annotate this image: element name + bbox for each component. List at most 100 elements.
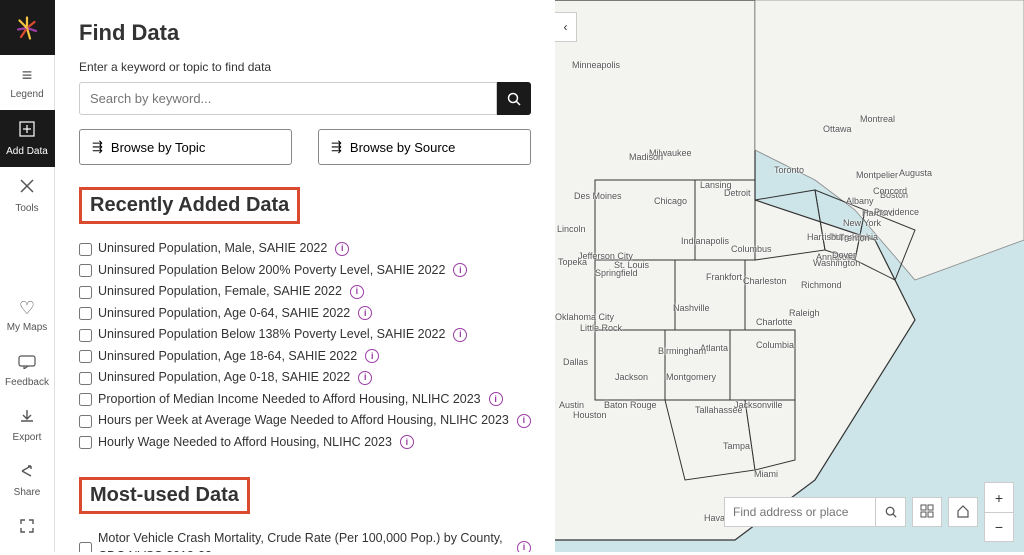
map[interactable]: MinneapolisMilwaukeeChicagoDetroitToront… [555, 0, 1024, 552]
sidebar-label: Feedback [5, 377, 49, 388]
data-label: Hourly Wage Needed to Afford Housing, NL… [98, 434, 392, 452]
sidebar-label: Export [13, 432, 42, 443]
logo[interactable] [0, 0, 55, 55]
info-icon[interactable] [517, 541, 531, 553]
recently-added-heading: Recently Added Data [79, 187, 300, 224]
sidebar-label: Legend [10, 89, 43, 100]
zoom-in-button[interactable]: + [984, 482, 1014, 512]
data-label: Uninsured Population, Age 18-64, SAHIE 2… [98, 348, 357, 366]
zoom-out-button[interactable]: − [984, 512, 1014, 542]
sidebar-item-tools[interactable]: Tools [0, 167, 55, 224]
sidebar-label: My Maps [7, 322, 48, 333]
data-list-item: Uninsured Population, Male, SAHIE 2022 [79, 238, 531, 260]
sidebar-item-my-maps[interactable]: ♡ My Maps [0, 288, 55, 343]
data-checkbox[interactable] [79, 307, 92, 320]
panel-title: Find Data [79, 20, 531, 46]
recently-added-list: Uninsured Population, Male, SAHIE 2022 Un… [79, 238, 531, 453]
data-checkbox[interactable] [79, 350, 92, 363]
fullscreen-icon [19, 518, 35, 539]
tools-icon [18, 177, 36, 200]
info-icon[interactable] [365, 349, 379, 363]
info-icon[interactable] [358, 306, 372, 320]
data-list-item: Proportion of Median Income Needed to Af… [79, 389, 531, 411]
grid-icon [920, 504, 934, 521]
info-icon[interactable] [358, 371, 372, 385]
most-used-heading: Most-used Data [79, 477, 250, 514]
search-button[interactable] [497, 82, 531, 115]
home-icon [956, 504, 970, 521]
data-label: Motor Vehicle Crash Mortality, Crude Rat… [98, 530, 509, 552]
info-icon[interactable] [350, 285, 364, 299]
most-used-list: Motor Vehicle Crash Mortality, Crude Rat… [79, 528, 531, 552]
info-icon[interactable] [517, 414, 531, 428]
data-label: Hours per Week at Average Wage Needed to… [98, 412, 509, 430]
data-label: Uninsured Population, Age 0-64, SAHIE 20… [98, 305, 350, 323]
address-search [724, 497, 906, 527]
browse-source-label: Browse by Source [350, 140, 456, 155]
download-icon [19, 408, 35, 429]
data-checkbox[interactable] [79, 415, 92, 428]
data-list-item: Uninsured Population Below 200% Poverty … [79, 260, 531, 282]
search-icon [507, 92, 521, 106]
sidebar-label: Tools [15, 203, 38, 214]
heart-icon: ♡ [19, 298, 35, 319]
data-checkbox[interactable] [79, 329, 92, 342]
data-list-item: Uninsured Population, Age 0-18, SAHIE 20… [79, 367, 531, 389]
data-label: Uninsured Population, Male, SAHIE 2022 [98, 240, 327, 258]
search-input[interactable] [79, 82, 497, 115]
data-label: Uninsured Population Below 138% Poverty … [98, 326, 445, 344]
sidebar-label: Add Data [6, 146, 48, 157]
home-extent-button[interactable] [948, 497, 978, 527]
tree-icon: ⇶ [92, 139, 103, 155]
data-list-item: Uninsured Population, Female, SAHIE 2022 [79, 281, 531, 303]
search-icon [885, 506, 897, 518]
share-icon [19, 463, 35, 484]
data-label: Uninsured Population, Age 0-18, SAHIE 20… [98, 369, 350, 387]
info-icon[interactable] [453, 263, 467, 277]
info-icon[interactable] [489, 392, 503, 406]
browse-topic-label: Browse by Topic [111, 140, 205, 155]
data-label: Proportion of Median Income Needed to Af… [98, 391, 481, 409]
address-search-button[interactable] [875, 498, 905, 526]
sidebar: ≡ Legend Add Data Tools ♡ My Maps Feedba… [0, 0, 55, 552]
sidebar-item-share[interactable]: Share [0, 453, 55, 508]
info-icon[interactable] [453, 328, 467, 342]
address-input[interactable] [725, 498, 875, 526]
sidebar-item-feedback[interactable]: Feedback [0, 343, 55, 398]
browse-by-topic-button[interactable]: ⇶ Browse by Topic [79, 129, 292, 165]
basemap-button[interactable] [912, 497, 942, 527]
browse-by-source-button[interactable]: ⇶ Browse by Source [318, 129, 531, 165]
data-list-item: Motor Vehicle Crash Mortality, Crude Rat… [79, 528, 531, 552]
sidebar-item-legend[interactable]: ≡ Legend [0, 55, 55, 110]
panel-hint: Enter a keyword or topic to find data [79, 60, 531, 74]
feedback-icon [18, 353, 36, 374]
data-list-item: Hourly Wage Needed to Afford Housing, NL… [79, 432, 531, 454]
data-list-item: Uninsured Population, Age 0-64, SAHIE 20… [79, 303, 531, 325]
sidebar-item-fullscreen[interactable] [0, 508, 55, 552]
data-checkbox[interactable] [79, 542, 92, 553]
data-checkbox[interactable] [79, 286, 92, 299]
sidebar-label: Share [14, 487, 41, 498]
sidebar-item-add-data[interactable]: Add Data [0, 110, 55, 167]
data-label: Uninsured Population, Female, SAHIE 2022 [98, 283, 342, 301]
chevron-left-icon: ‹ [564, 20, 568, 34]
sidebar-item-export[interactable]: Export [0, 398, 55, 453]
data-checkbox[interactable] [79, 436, 92, 449]
tree-icon: ⇶ [331, 139, 342, 155]
data-list-item: Uninsured Population Below 138% Poverty … [79, 324, 531, 346]
plus-icon: + [995, 490, 1003, 506]
data-checkbox[interactable] [79, 243, 92, 256]
data-checkbox[interactable] [79, 393, 92, 406]
find-data-panel: Find Data Enter a keyword or topic to fi… [55, 0, 555, 552]
data-checkbox[interactable] [79, 264, 92, 277]
collapse-panel-button[interactable]: ‹ [555, 12, 577, 42]
data-checkbox[interactable] [79, 372, 92, 385]
minus-icon: − [995, 519, 1003, 535]
add-data-icon [18, 120, 36, 143]
data-list-item: Uninsured Population, Age 18-64, SAHIE 2… [79, 346, 531, 368]
info-icon[interactable] [335, 242, 349, 256]
legend-icon: ≡ [22, 65, 33, 86]
data-list-item: Hours per Week at Average Wage Needed to… [79, 410, 531, 432]
info-icon[interactable] [400, 435, 414, 449]
data-label: Uninsured Population Below 200% Poverty … [98, 262, 445, 280]
